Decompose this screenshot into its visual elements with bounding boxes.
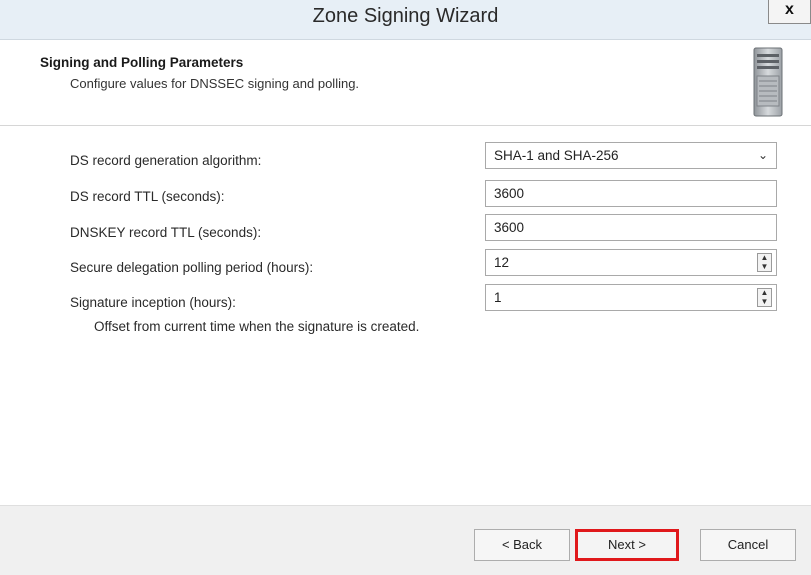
spin-buttons[interactable]: ▲ ▼ (757, 288, 772, 307)
window-title: Zone Signing Wizard (312, 5, 499, 27)
spin-down-icon[interactable]: ▼ (758, 263, 771, 272)
wizard-footer: < Back Next > Cancel (0, 505, 811, 575)
server-icon (753, 47, 783, 117)
ds-algorithm-value: SHA-1 and SHA-256 (494, 148, 619, 163)
wizard-body: DS record generation algorithm: SHA-1 an… (0, 127, 811, 505)
signature-inception-label: Signature inception (hours): (70, 295, 236, 310)
back-button[interactable]: < Back (474, 529, 570, 561)
ds-algorithm-select[interactable]: SHA-1 and SHA-256 ⌄ (485, 142, 777, 169)
dnskey-ttl-label: DNSKEY record TTL (seconds): (70, 225, 262, 240)
ds-ttl-value: 3600 (494, 186, 525, 201)
signature-inception-value: 1 (494, 290, 502, 305)
chevron-down-icon[interactable]: ⌄ (758, 143, 768, 168)
page-subtitle: Configure values for DNSSEC signing and … (70, 76, 360, 91)
ds-ttl-label: DS record TTL (seconds): (70, 189, 225, 204)
polling-period-label: Secure delegation polling period (hours)… (70, 260, 314, 275)
signature-inception-stepper[interactable]: 1 ▲ ▼ (485, 284, 777, 311)
title-bar: Zone Signing Wizard x (0, 0, 811, 40)
polling-period-value: 12 (494, 255, 510, 270)
ds-ttl-input[interactable]: 3600 (485, 180, 777, 207)
wizard-header: Signing and Polling Parameters Configure… (0, 40, 811, 126)
spin-down-icon[interactable]: ▼ (758, 298, 771, 307)
signature-inception-hint: Offset from current time when the signat… (94, 319, 420, 334)
dnskey-ttl-value: 3600 (494, 220, 525, 235)
page-title: Signing and Polling Parameters (40, 55, 244, 70)
cancel-button[interactable]: Cancel (700, 529, 796, 561)
spin-buttons[interactable]: ▲ ▼ (757, 253, 772, 272)
close-button[interactable]: x (768, 0, 811, 24)
dnskey-ttl-input[interactable]: 3600 (485, 214, 777, 241)
ds-algorithm-label: DS record generation algorithm: (70, 153, 262, 168)
next-button[interactable]: Next > (575, 529, 679, 561)
polling-period-stepper[interactable]: 12 ▲ ▼ (485, 249, 777, 276)
